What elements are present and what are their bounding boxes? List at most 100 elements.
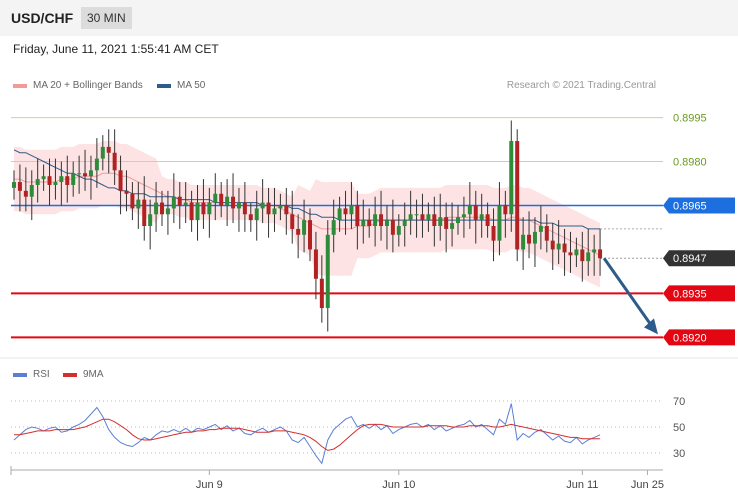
candle-body-53 xyxy=(325,234,330,309)
candle-body-69 xyxy=(420,214,425,221)
candle-body-8 xyxy=(59,176,64,183)
rsi-tick-1: 50 xyxy=(673,422,685,434)
candle-body-57 xyxy=(349,205,354,215)
candle-body-65 xyxy=(396,226,401,235)
candle-body-4 xyxy=(35,179,40,185)
candle-body-14 xyxy=(94,158,99,171)
candle-body-75 xyxy=(456,217,460,224)
candle-body-88 xyxy=(532,231,537,244)
level-label-5: 0.8920 xyxy=(673,332,707,344)
candle-body-5 xyxy=(41,176,46,180)
candle-body-51 xyxy=(313,249,318,279)
candle-body-0 xyxy=(12,182,16,188)
candle-body-91 xyxy=(550,240,555,250)
x-tick-label-1: Jun 10 xyxy=(382,479,415,491)
candle-body-29 xyxy=(183,202,188,206)
candle-body-74 xyxy=(450,223,455,229)
candle-body-1 xyxy=(17,182,22,191)
candle-body-12 xyxy=(83,173,88,177)
candle-body-63 xyxy=(384,220,389,226)
candle-body-76 xyxy=(461,214,466,218)
candle-body-48 xyxy=(296,228,301,235)
level-label-3: 0.8947 xyxy=(673,253,707,265)
candle-body-33 xyxy=(207,202,212,215)
candle-body-60 xyxy=(367,220,372,226)
forecast-arrow-shaft xyxy=(602,257,654,328)
candle-body-66 xyxy=(402,220,407,226)
level-label-2: 0.8965 xyxy=(673,200,707,212)
candle-body-11 xyxy=(77,173,82,175)
candle-body-82 xyxy=(497,205,502,241)
candle-body-21 xyxy=(136,199,141,209)
candle-body-67 xyxy=(408,214,413,221)
candle-body-92 xyxy=(556,243,561,250)
candle-body-16 xyxy=(106,146,111,153)
price-chart[interactable]: 0.8995 0.8980 0.8965 0.8947 0.8935 0.8920 70 50… xyxy=(0,0,738,500)
candle-body-90 xyxy=(544,226,549,241)
candle-body-62 xyxy=(379,214,384,226)
candle-body-37 xyxy=(231,196,236,209)
level-label-1: 0.8980 xyxy=(673,157,707,169)
candle-body-42 xyxy=(260,202,265,209)
candle-body-79 xyxy=(479,214,484,221)
candle-body-34 xyxy=(213,193,218,203)
x-tick-label-3: Jun 25 xyxy=(631,479,664,491)
rsi-9ma-line xyxy=(14,418,601,451)
candle-body-7 xyxy=(53,182,58,185)
candle-body-61 xyxy=(373,214,378,226)
candle-body-99 xyxy=(598,249,603,259)
candle-body-95 xyxy=(574,249,579,256)
candle-body-20 xyxy=(130,193,135,209)
candle-85 xyxy=(515,129,520,262)
level-label-4: 0.8935 xyxy=(673,288,707,300)
candle-body-86 xyxy=(521,234,526,250)
candle-body-31 xyxy=(195,202,200,221)
candle-body-38 xyxy=(236,202,241,209)
candle-body-22 xyxy=(142,199,147,226)
candle-body-59 xyxy=(361,220,366,226)
candle-body-6 xyxy=(47,176,52,185)
forecast-arrow-head xyxy=(644,318,658,335)
candle-body-84 xyxy=(509,141,514,215)
candle-body-93 xyxy=(562,243,567,253)
level-label-0: 0.8995 xyxy=(673,113,707,125)
candle-body-87 xyxy=(527,234,532,244)
candle-body-46 xyxy=(284,205,289,215)
candle-body-13 xyxy=(88,170,93,177)
candle-body-85 xyxy=(515,141,520,250)
candle-body-9 xyxy=(65,176,70,185)
candle-body-45 xyxy=(278,205,283,209)
candle-body-94 xyxy=(568,252,573,256)
candle-body-50 xyxy=(308,220,312,250)
candle-body-83 xyxy=(503,205,508,215)
candle-body-36 xyxy=(225,196,230,206)
candle-body-49 xyxy=(302,220,307,235)
candle-body-25 xyxy=(160,202,164,215)
candle-body-32 xyxy=(201,202,206,215)
candle-body-72 xyxy=(438,217,443,226)
candle-body-35 xyxy=(219,193,224,206)
candle-body-40 xyxy=(248,214,253,221)
candle-body-58 xyxy=(355,205,360,226)
rsi-line xyxy=(13,403,601,465)
candle-body-70 xyxy=(426,214,431,221)
candle-body-47 xyxy=(290,214,295,229)
candle-body-3 xyxy=(29,184,34,197)
candle-body-80 xyxy=(485,214,490,226)
candle-body-41 xyxy=(254,208,259,221)
rsi-tick-0: 70 xyxy=(673,396,685,408)
candle-body-15 xyxy=(100,146,105,159)
candle-body-17 xyxy=(112,152,117,171)
candle-body-89 xyxy=(538,226,543,232)
candle-body-52 xyxy=(319,278,324,309)
candle-body-10 xyxy=(71,173,76,185)
candle-body-64 xyxy=(390,220,395,235)
candle-body-73 xyxy=(444,217,449,229)
candle-body-24 xyxy=(154,202,159,215)
candle-body-23 xyxy=(148,214,153,226)
candle-body-55 xyxy=(337,208,342,221)
x-tick-label-2: Jun 11 xyxy=(566,479,598,491)
candle-body-19 xyxy=(124,190,129,194)
candle-body-2 xyxy=(23,190,28,197)
candle-body-71 xyxy=(432,214,437,226)
